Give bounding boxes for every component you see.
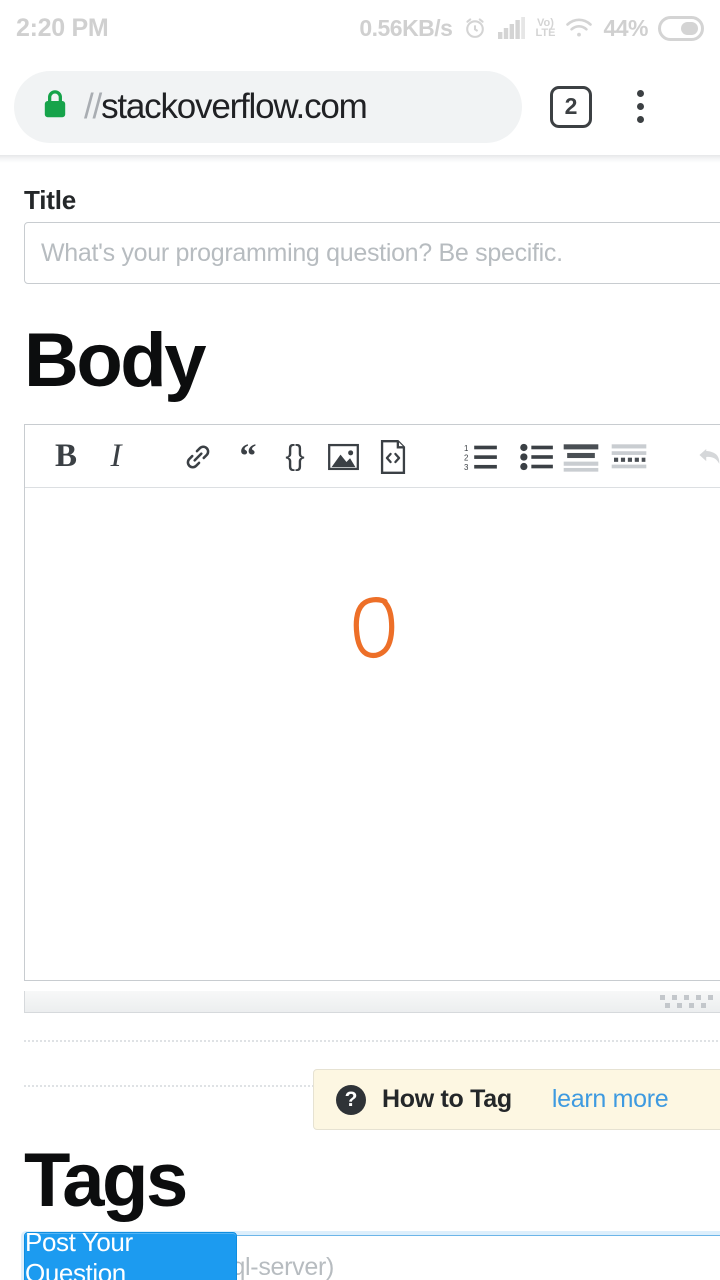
- grip-dot: [689, 1003, 694, 1008]
- callout-title: How to Tag: [382, 1085, 512, 1113]
- inline-code-glyph: {}: [285, 440, 305, 472]
- overflow-menu-icon[interactable]: [625, 86, 655, 128]
- status-bar-icons: 0.56KB/s Vo) LTE 44%: [359, 15, 704, 42]
- url-scheme: //: [84, 86, 102, 126]
- cellular-signal-icon: [498, 17, 526, 39]
- svg-text:3: 3: [464, 463, 469, 472]
- horizontal-rule-icon[interactable]: [601, 425, 657, 488]
- post-your-question-button[interactable]: Post Your Question: [24, 1227, 237, 1280]
- body-heading: Body: [24, 318, 207, 403]
- browser-toolbar: //stackoverflow.com 2: [0, 56, 720, 157]
- body-editor: B I “ {} 1 2 3: [24, 424, 720, 981]
- svg-text:1: 1: [464, 443, 469, 452]
- address-bar[interactable]: //stackoverflow.com: [14, 70, 522, 143]
- resize-grip-dots: [660, 995, 713, 1008]
- link-icon[interactable]: [173, 425, 223, 488]
- wifi-icon: [565, 17, 593, 39]
- inline-code-icon[interactable]: {}: [269, 425, 321, 488]
- italic-glyph: I: [110, 438, 122, 474]
- section-divider: [24, 1040, 720, 1042]
- phone-screen: 2:20 PM 0.56KB/s Vo) LTE 44% //stackover…: [0, 0, 720, 1280]
- battery-level-fill: [681, 21, 698, 35]
- italic-icon[interactable]: I: [89, 425, 143, 488]
- battery-percent-label: 44%: [603, 14, 648, 41]
- grip-dot: [665, 1003, 670, 1008]
- svg-text:2: 2: [464, 453, 468, 462]
- menu-dot: [636, 116, 644, 123]
- volte-bottom-label: LTE: [535, 27, 556, 39]
- title-label: Title: [24, 185, 76, 215]
- menu-dot: [636, 90, 644, 97]
- status-bar: 2:20 PM 0.56KB/s Vo) LTE 44%: [0, 0, 720, 56]
- bold-icon[interactable]: B: [39, 425, 93, 488]
- grip-row: [660, 995, 713, 1000]
- grip-row: [660, 1003, 713, 1008]
- grip-dot: [672, 995, 677, 1000]
- how-to-tag-callout: ? How to Tag learn more: [313, 1069, 720, 1130]
- title-input[interactable]: What's your programming question? Be spe…: [24, 222, 720, 284]
- grip-dot: [696, 995, 701, 1000]
- grip-dot: [684, 995, 689, 1000]
- editor-toolbar: B I “ {} 1 2 3: [25, 425, 720, 488]
- question-mark-icon: ?: [336, 1084, 366, 1115]
- network-speed-indicator: 0.56KB/s: [359, 14, 453, 41]
- undo-icon[interactable]: [685, 425, 720, 488]
- chrome-shadow-divider: [0, 155, 720, 163]
- grip-dot: [677, 1003, 682, 1008]
- tags-heading: Tags: [24, 1138, 188, 1223]
- blockquote-icon[interactable]: “: [223, 425, 273, 488]
- numbered-list-icon[interactable]: 1 2 3: [453, 425, 509, 488]
- tab-counter-button[interactable]: 2: [550, 85, 592, 128]
- grip-dot: [701, 1003, 706, 1008]
- url-host: stackoverflow.com: [101, 86, 368, 126]
- grip-dot: [660, 995, 665, 1000]
- image-icon[interactable]: [317, 425, 369, 488]
- code-block-icon[interactable]: [367, 425, 419, 488]
- bold-glyph: B: [54, 438, 77, 474]
- learn-more-link[interactable]: learn more: [552, 1085, 669, 1114]
- battery-icon: [658, 15, 704, 41]
- ask-question-page: Title What's your programming question? …: [0, 163, 720, 1280]
- volte-indicator: Vo) LTE: [535, 17, 556, 39]
- alarm-icon: [462, 15, 488, 41]
- secure-lock-icon: [40, 87, 70, 126]
- editor-resize-handle[interactable]: [24, 991, 720, 1013]
- url-text: //stackoverflow.com: [84, 86, 368, 127]
- grip-dot: [708, 995, 713, 1000]
- title-placeholder: What's your programming question? Be spe…: [41, 238, 563, 267]
- status-clock: 2:20 PM: [16, 13, 109, 42]
- menu-dot: [636, 103, 644, 110]
- body-text-area[interactable]: [25, 488, 720, 980]
- blockquote-glyph: “: [239, 437, 257, 475]
